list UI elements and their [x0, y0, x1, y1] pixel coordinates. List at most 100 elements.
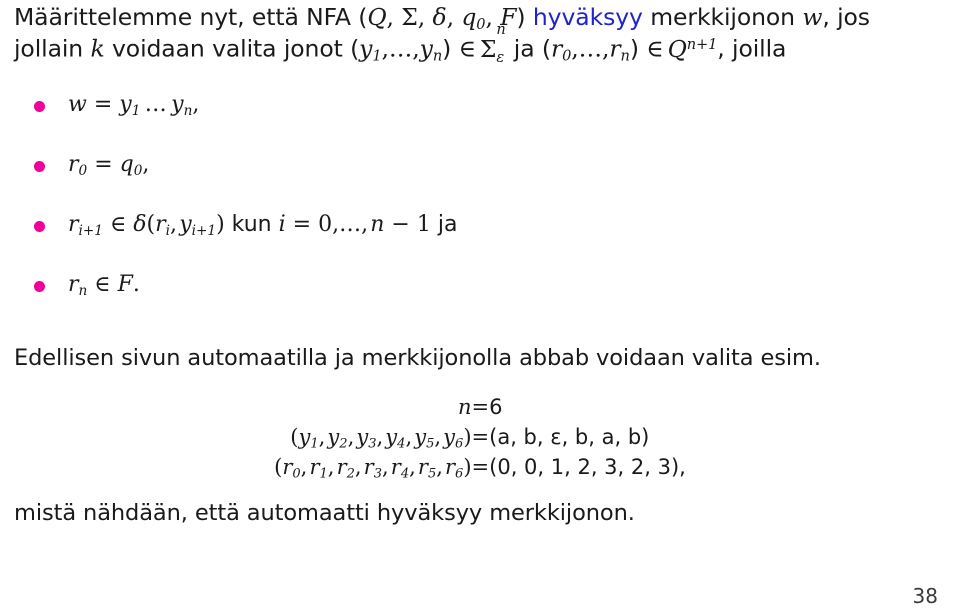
intro2-text-4: ja (	[506, 34, 551, 63]
bullet-content-w-definition: w = y1 … yn,w = y1 … yn,	[68, 92, 200, 118]
intro-line-1: Määrittelemme nyt, että NFA (Q, Σ, δ, q0…	[14, 3, 870, 32]
eq-y4: y	[385, 425, 398, 449]
math-comma: ,	[192, 92, 200, 117]
math-comma-inner: ,	[170, 212, 180, 237]
bullet-content-r0-equals-q0: r0 = q0,r0 = q0,	[68, 152, 150, 178]
eq-r0: r	[282, 455, 293, 479]
eq-rhs-r-values: (0, 0, 1, 2, 3, 2, 3),	[489, 455, 686, 479]
highlight-hyvaksyy: hyväksyy	[532, 3, 643, 31]
equation-row-r-sequence: (r0, r1, r2, r3, r4, r5, r6)(r0, r1, r2,…	[274, 452, 686, 482]
math-symbol-q: q	[461, 3, 477, 31]
math-symbol-yn: y	[419, 34, 433, 63]
bullet-item-final-state: rn ∈ F.rn ∈ F.	[0, 268, 960, 328]
eq-r2-sub: 2	[346, 466, 355, 482]
eq-rhs-y-values: (a, b, ε, b, a, b)	[489, 425, 650, 449]
eq-paren-close-y: )	[463, 425, 472, 449]
eq-comma-y5: ,	[434, 425, 444, 449]
math-sub-yi1: i+1	[191, 222, 217, 239]
intro-text-2: )	[516, 3, 533, 31]
math-subscript-rn: n	[620, 47, 630, 65]
math-r-i: r	[155, 212, 166, 237]
eq-comma-r3: ,	[382, 455, 391, 479]
eq-y1-sub: 1	[310, 436, 319, 452]
eq-paren-close-r: )	[463, 455, 472, 479]
eq-y3-sub: 3	[368, 436, 377, 452]
page-number: 38	[912, 584, 938, 608]
eq-y3: y	[356, 425, 369, 449]
math-element-of-2: ∈	[87, 272, 118, 297]
math-equals-i: =	[285, 212, 319, 237]
equation-rhs-r-sequence: (0, 0, 1, 2, 3, 2, 3),	[489, 452, 686, 482]
eq-y1: y	[298, 425, 311, 449]
eq-comma-y3: ,	[376, 425, 386, 449]
math-symbol-delta: δ	[432, 3, 447, 31]
bullet-dot-icon	[34, 221, 45, 232]
equation-lhs-y-sequence: (y1, y2, y3, y4, y5, y6)(y1, y2, y3, y4,…	[274, 422, 471, 452]
math-symbol-k: k	[90, 34, 105, 63]
equation-relation-r-sequence: =	[471, 455, 490, 479]
math-r-i1: r	[68, 212, 79, 237]
eq-y5: y	[414, 425, 427, 449]
aligned-equation-block: nn = 6 (y1, y2, y3, y4, y5, y6)(y1, y2, …	[0, 392, 960, 482]
math-delta: δ	[133, 212, 147, 237]
math-F: F	[117, 272, 133, 297]
math-dots-range: ,…,	[332, 212, 371, 237]
bullet-dot-icon	[34, 281, 45, 292]
intro2-dots-2: ,…,	[571, 34, 610, 63]
math-superscript-Q-n1: n+1	[686, 36, 718, 54]
intro2-dots-1: ,…,	[381, 34, 420, 63]
eq-comma-y4: ,	[405, 425, 415, 449]
math-y-i1: y	[179, 212, 192, 237]
intro2-text-3: )	[442, 34, 459, 63]
eq-r1-sub: 1	[319, 466, 328, 482]
condition-bullet-list: w = y1 … yn,w = y1 … yn, r0 = q0,r0 = q0…	[0, 88, 960, 328]
math-symbol-r0: r	[550, 34, 563, 63]
math-symbol-y1: y	[359, 34, 373, 63]
intro2-text-2: voidaan valita jonot (	[104, 34, 360, 63]
equation-lhs-r-sequence: (r0, r1, r2, r3, r4, r5, r6)(r0, r1, r2,…	[274, 452, 471, 482]
intro-text-1: Määrittelemme nyt, että NFA (	[14, 3, 368, 31]
intro2-text-5: )	[629, 34, 647, 63]
math-w: w	[68, 92, 87, 117]
math-symbol-w: w	[802, 3, 823, 31]
eq-r3-sub: 3	[373, 466, 382, 482]
math-equals: =	[86, 92, 120, 117]
math-operator-element-of-1: ∈	[458, 34, 476, 63]
closing-sentence: mistä nähdään, että automaatti hyväksyy …	[14, 500, 635, 526]
eq-r0-sub: 0	[292, 466, 301, 482]
math-subscript-y1: 1	[372, 47, 382, 65]
math-operator-element-of-2: ∈	[646, 34, 664, 63]
equation-rhs-y-sequence: (a, b, ε, b, a, b)	[489, 422, 686, 452]
equation-relation-y-sequence: =	[471, 425, 490, 449]
bullet-content-transition-condition: ri+1 ∈ δ(ri, yi+1) kun i = 0,…, n − 1 ja…	[68, 212, 457, 239]
math-minus-one: − 1	[384, 212, 438, 237]
intro-comma-3: ,	[446, 3, 462, 31]
bullet-item-r0-equals-q0: r0 = q0,r0 = q0,	[0, 148, 960, 208]
math-i: i	[278, 212, 286, 237]
intro-text-3: merkkijonon	[642, 3, 803, 31]
math-subscript-yn: n	[432, 47, 443, 65]
eq-comma-r5: ,	[436, 455, 445, 479]
intro-text-4: , jos	[822, 3, 870, 31]
math-symbol-sigma-set: Σ	[479, 34, 497, 63]
slide-page: { "slide": { "intro": { "line1_part1": "…	[0, 0, 960, 616]
math-subscript-r0: 0	[562, 47, 572, 65]
math-symbol-rn: r	[609, 34, 621, 63]
bullet-dot-icon	[34, 161, 45, 172]
eq-r1: r	[309, 455, 320, 479]
eq-r5: r	[417, 455, 428, 479]
text-kun: kun	[224, 212, 279, 237]
eq-comma-r2: ,	[354, 455, 364, 479]
math-comma: ,	[142, 152, 150, 177]
eq-y2-sub: 2	[339, 436, 348, 452]
math-sub-n2: n	[78, 282, 88, 299]
math-equals: =	[87, 152, 120, 177]
example-intro-sentence: Edellisen sivun automaatilla ja merkkijo…	[14, 345, 821, 371]
math-ellipsis: …	[140, 92, 172, 117]
equation-lhs-n: nn	[274, 392, 472, 422]
intro-comma-2: ,	[417, 3, 433, 31]
math-paren-open: (	[146, 212, 156, 237]
math-period: .	[132, 272, 140, 297]
math-sub-i1: i+1	[78, 222, 103, 239]
equation-relation-n: =	[471, 395, 490, 419]
